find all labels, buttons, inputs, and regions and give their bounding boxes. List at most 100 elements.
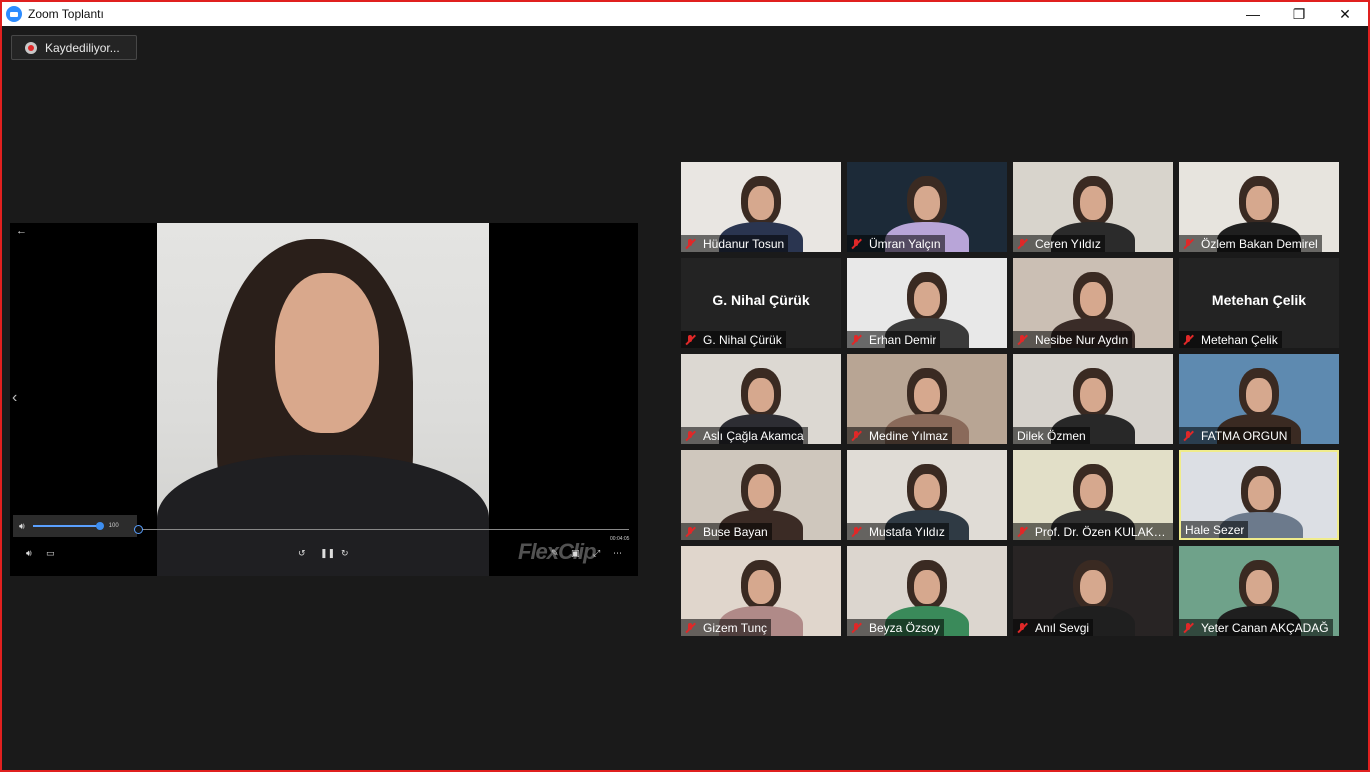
recording-indicator[interactable]: Kaydediliyor... [11, 35, 137, 60]
seek-bar[interactable] [139, 529, 629, 530]
participant-name-tag: Metehan Çelik [1179, 331, 1282, 348]
muted-mic-icon [849, 622, 865, 634]
volume-slider[interactable] [32, 522, 104, 530]
participant-face [1080, 186, 1106, 220]
participant-name: G. Nihal Çürük [703, 332, 782, 347]
participant-tile[interactable]: Ceren Yıldız [1013, 162, 1173, 252]
muted-mic-icon [683, 334, 699, 346]
speaker-video [157, 223, 489, 576]
close-button[interactable]: ✕ [1322, 2, 1368, 26]
participant-display-name: G. Nihal Çürük [712, 292, 810, 308]
participant-tile[interactable]: Ümran Yalçın [847, 162, 1007, 252]
participant-name: Ceren Yıldız [1035, 236, 1101, 251]
participant-tile[interactable]: Erhan Demir [847, 258, 1007, 348]
participant-face [1246, 186, 1272, 220]
muted-mic-icon [1181, 238, 1197, 250]
participant-name: Özlem Bakan Demirel [1201, 236, 1318, 251]
participant-name-tag: Gizem Tunç [681, 619, 772, 636]
rewind-icon[interactable]: ↺ [298, 548, 306, 559]
back-arrow-icon[interactable]: ← [16, 225, 27, 237]
pause-icon[interactable]: ❚❚ [320, 548, 335, 559]
participant-tile[interactable]: Anıl Sevgi [1013, 546, 1173, 636]
muted-mic-icon [1181, 334, 1197, 346]
seek-knob[interactable] [134, 525, 143, 534]
muted-mic-icon [849, 430, 865, 442]
participant-tile[interactable]: Aslı Çağla Akamca [681, 354, 841, 444]
volume-icon[interactable]: 🔊︎ [19, 521, 25, 532]
muted-mic-icon [1015, 238, 1031, 250]
participant-name: Metehan Çelik [1201, 332, 1278, 347]
volume-panel: 🔊︎ 100 [13, 515, 137, 537]
participant-name-tag: Hüdanur Tosun [681, 235, 789, 252]
participant-name-tag: Ceren Yıldız [1013, 235, 1105, 252]
participant-tile[interactable]: Prof. Dr. Özen KULAKAÇ [1013, 450, 1173, 540]
participant-name-tag: Ümran Yalçın [847, 235, 945, 252]
zoom-logo-icon [6, 6, 22, 22]
participant-name-tag: Mustafa Yıldız [847, 523, 949, 540]
muted-mic-icon [849, 334, 865, 346]
participant-tile[interactable]: Yeter Canan AKÇADAĞ [1179, 546, 1339, 636]
participant-name: Mustafa Yıldız [869, 524, 945, 539]
recording-label: Kaydediliyor... [45, 40, 120, 55]
speaker-face [275, 273, 379, 433]
participant-name-tag: Dilek Özmen [1013, 427, 1090, 444]
participant-tile[interactable]: Hale Sezer [1179, 450, 1339, 540]
participant-tile[interactable]: Hüdanur Tosun [681, 162, 841, 252]
window-controls: — ❐ ✕ [1230, 2, 1368, 26]
muted-mic-icon [683, 526, 699, 538]
muted-mic-icon [849, 238, 865, 250]
muted-mic-icon [683, 238, 699, 250]
time-label: 00:04:05 [610, 536, 630, 542]
participant-tile[interactable]: Dilek Özmen [1013, 354, 1173, 444]
participant-face [1080, 282, 1106, 316]
participant-name: Gizem Tunç [703, 620, 768, 635]
muted-mic-icon [683, 622, 699, 634]
participant-name-tag: Buse Bayan [681, 523, 772, 540]
participant-tile[interactable]: Metehan Çelik Metehan Çelik [1179, 258, 1339, 348]
participant-name: Anıl Sevgi [1035, 620, 1090, 635]
participant-name: Medine Yılmaz [869, 428, 949, 443]
volume-value: 100 [108, 523, 119, 529]
minimize-button[interactable]: — [1230, 2, 1276, 26]
participant-tile[interactable]: FATMA ORGUN [1179, 354, 1339, 444]
cast-icon[interactable]: ▣ [571, 548, 580, 559]
shared-video-player[interactable]: ← ‹ 🔊︎ 100 00:04:05 🔊︎ ▭ ↺ ❚❚ ↻ FlexClip… [10, 223, 638, 576]
participant-tile[interactable]: G. Nihal Çürük G. Nihal Çürük [681, 258, 841, 348]
participant-tile[interactable]: Özlem Bakan Demirel [1179, 162, 1339, 252]
subtitles-icon[interactable]: ▭ [46, 548, 55, 559]
participant-tile[interactable]: Buse Bayan [681, 450, 841, 540]
participant-tile[interactable]: Beyza Özsoy [847, 546, 1007, 636]
muted-mic-icon [1015, 622, 1031, 634]
participant-name-tag: Beyza Özsoy [847, 619, 944, 636]
participant-tile[interactable]: Mustafa Yıldız [847, 450, 1007, 540]
volume-toggle-icon[interactable]: 🔊︎ [26, 548, 32, 559]
participant-name: Beyza Özsoy [869, 620, 940, 635]
participant-name: Buse Bayan [703, 524, 768, 539]
participant-name: Erhan Demir [869, 332, 937, 347]
participant-name: Hüdanur Tosun [703, 236, 785, 251]
participant-name: Aslı Çağla Akamca [703, 428, 804, 443]
muted-mic-icon [849, 526, 865, 538]
participant-name-tag: FATMA ORGUN [1179, 427, 1292, 444]
restore-button[interactable]: ❐ [1276, 2, 1322, 26]
meeting-area: Kaydediliyor... ← ‹ 🔊︎ 100 00:04:05 🔊︎ ▭ [2, 26, 1368, 770]
participant-tile[interactable]: Medine Yılmaz [847, 354, 1007, 444]
participant-face [914, 282, 940, 316]
muted-mic-icon [1181, 430, 1197, 442]
participant-name: Ümran Yalçın [869, 236, 941, 251]
participant-name-tag: Prof. Dr. Özen KULAKAÇ [1013, 523, 1173, 540]
participant-name: FATMA ORGUN [1201, 428, 1288, 443]
muted-mic-icon [1181, 622, 1197, 634]
edit-icon[interactable]: ✎ [551, 548, 559, 559]
participant-face [914, 570, 940, 604]
forward-icon[interactable]: ↻ [341, 548, 349, 559]
participant-tile[interactable]: Gizem Tunç [681, 546, 841, 636]
chevron-left-icon[interactable]: ‹ [12, 389, 17, 407]
participant-tile[interactable]: Nesibe Nur Aydın [1013, 258, 1173, 348]
expand-icon[interactable]: ⤢ [593, 548, 600, 559]
participant-face [1246, 570, 1272, 604]
participant-face [1080, 474, 1106, 508]
participant-name: Yeter Canan AKÇADAĞ [1201, 620, 1329, 635]
more-icon[interactable]: ⋯ [613, 548, 622, 559]
volume-knob[interactable] [95, 522, 104, 530]
